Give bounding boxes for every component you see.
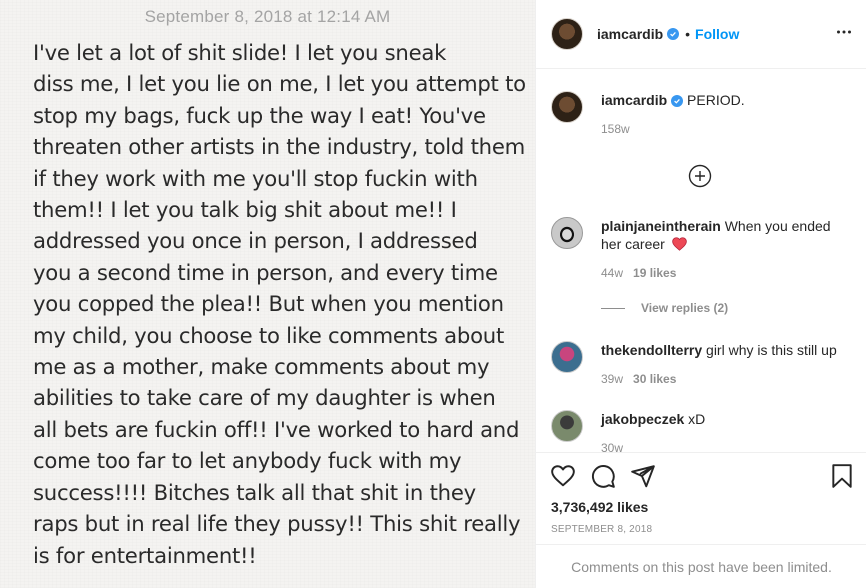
caption-age[interactable]: 158w [601,122,630,136]
comment-likes[interactable]: 30 likes [633,372,676,386]
comment-username[interactable]: jakobpeczek [601,411,684,427]
caption-username[interactable]: iamcardib [601,92,667,108]
avatar[interactable] [551,91,583,123]
note-line: you copped the plea!! But when you menti… [33,291,504,317]
separator-dot: • [685,26,691,42]
post-image: September 8, 2018 at 12:14 AM I've let a… [0,0,535,588]
note-line: them!! I let you talk big shit about me!… [33,197,457,223]
heart-icon[interactable] [550,463,576,489]
comments-list[interactable]: iamcardib PERIOD. 158w plainjaneintherai… [536,70,866,452]
comment-icon[interactable] [590,463,616,489]
note-line: come too far to let anybody fuck with my [33,448,462,474]
comment-meta: 30w [601,439,705,452]
comment-body: plainjaneintherain When you ended her ca… [601,217,851,282]
caption: iamcardib PERIOD. 158w [551,91,851,138]
comment-text: girl why is this still up [706,342,837,358]
avatar[interactable] [551,341,583,373]
caption-text: PERIOD. [687,92,745,108]
comment-meta: 44w 19 likes [601,264,851,282]
avatar[interactable] [551,410,583,442]
comment-age[interactable]: 44w [601,266,623,280]
post-header: iamcardib • Follow [536,0,866,69]
post-actions: 3,736,492 likes SEPTEMBER 8, 2018 Commen… [536,452,866,588]
comment-item: jakobpeczek xD 30w [551,410,851,452]
comment-age[interactable]: 39w [601,372,623,386]
comment-username[interactable]: thekendollterry [601,342,702,358]
post-side-panel: iamcardib • Follow iamcardib PERIOD. 158… [535,0,866,588]
note-line: abilities to take care of my daughter is… [33,385,496,411]
verified-badge-icon [667,28,680,40]
note-line: raps but in real life they pussy!! This … [33,511,521,537]
view-replies-button[interactable]: View replies (2) [601,301,728,315]
comment-body: jakobpeczek xD 30w [601,410,705,452]
comment-body: thekendollterry girl why is this still u… [601,341,837,388]
note-line: I've let a lot of shit slide! I let you … [33,40,447,65]
verified-badge-icon [671,95,684,108]
note-line: you a second time in person, and every t… [33,259,498,285]
note-line: stop my bags, fuck up the way I eat! You… [33,102,486,128]
avatar[interactable] [551,18,583,50]
comment-likes[interactable]: 19 likes [633,266,676,280]
divider [601,307,625,309]
caption-body: iamcardib PERIOD. 158w [601,91,745,138]
note-line: diss me, I let you lie on me, I let you … [33,71,526,97]
comment-item: thekendollterry girl why is this still u… [551,341,851,388]
caption-meta: 158w [601,120,745,138]
note-line: is for entertainment!! [33,542,257,568]
comment-age[interactable]: 30w [601,441,623,452]
action-icons [550,463,855,489]
share-icon[interactable] [630,463,656,489]
note-date: September 8, 2018 at 12:14 AM [144,7,391,26]
avatar[interactable] [551,217,583,249]
post-date[interactable]: SEPTEMBER 8, 2018 [551,524,652,535]
follow-button[interactable]: Follow [695,26,739,42]
comment-text: xD [688,411,706,427]
bookmark-icon[interactable] [829,463,855,489]
view-replies-label: View replies (2) [641,301,729,315]
comment-meta: 39w 30 likes [601,370,837,388]
note-line: threaten other artists in the industry, … [33,134,526,160]
note-line: if they work with me you'll stop fuckin … [33,165,478,191]
note-text: I've let a lot of shit slide! I let you … [33,37,526,571]
comment-username[interactable]: plainjaneintherain [601,218,721,234]
plus-circle-icon[interactable] [688,164,712,188]
likes-count[interactable]: 3,736,492 likes [551,499,648,515]
comment-item: plainjaneintherain When you ended her ca… [551,217,851,282]
comments-limited-notice: Comments on this post have been limited. [536,544,866,588]
header-username[interactable]: iamcardib [597,26,663,42]
note-line: addressed you once in person, I addresse… [33,228,478,254]
note-line: all bets are fuckin off!! I've worked to… [33,416,520,442]
more-options-icon[interactable] [836,24,852,40]
note-line: me as a mother, make comments about my [33,354,490,380]
note-line: success!!!! Bitches talk all that shit i… [33,479,476,505]
red-heart-emoji-icon [671,237,687,251]
note-line: my child, you choose to like comments ab… [33,322,505,348]
